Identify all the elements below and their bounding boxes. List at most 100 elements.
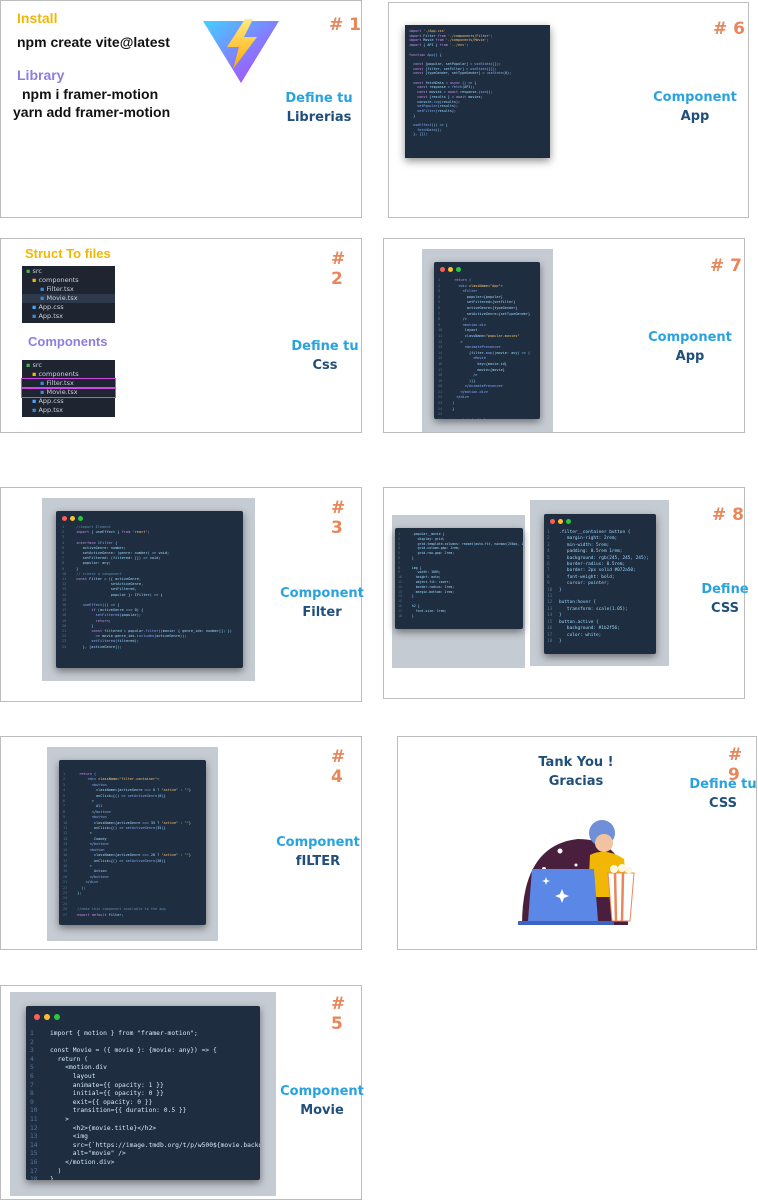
label-bottom: CSS — [709, 796, 737, 811]
code-screenshot-app-return: 1 return ( 2 <div className="App"> 3 <Fi… — [434, 262, 540, 419]
thanks-spanish: Gracias — [548, 774, 604, 789]
line-number: 3 — [30, 1047, 34, 1055]
label-bottom: fILTER — [295, 854, 341, 869]
code-screenshot-frame: 1 //import Element 2 import { useEffect … — [42, 498, 255, 681]
tree-folder-src[interactable]: src — [32, 361, 42, 369]
line-number: 4 — [30, 1055, 34, 1063]
code-line: 5 <motion.div — [30, 1064, 254, 1073]
line-number: 9 — [30, 1098, 34, 1106]
thanks-english: Tank You ! — [538, 755, 614, 770]
tree-folder-src[interactable]: src — [32, 267, 42, 275]
tree-folder-components[interactable]: components — [38, 370, 78, 378]
code-line: 16 </motion.div> — [30, 1159, 254, 1168]
line-text: border: 2px solid #072a50; — [559, 568, 636, 574]
tree-file-app-css[interactable]: App.css — [38, 397, 63, 405]
line-number: 11 — [30, 1115, 38, 1123]
label-bottom: Filter — [302, 605, 342, 620]
install-command: npm create vite@latest — [17, 34, 170, 50]
line-text: .filter__container button { — [559, 530, 631, 535]
window-controls — [34, 1014, 60, 1020]
tree-file-movie[interactable]: Movie.tsx — [46, 294, 77, 302]
file-tree-highlighted: ▪ src ▪ components ▪ Filter.tsx ▪ Movie.… — [21, 360, 116, 417]
tree-file-movie[interactable]: Movie.tsx — [46, 388, 77, 396]
slide-label: Define tu CSS — [684, 775, 758, 813]
line-number: 17 — [30, 1167, 38, 1175]
label-top: Component — [276, 835, 360, 850]
line-text: button.active { — [559, 619, 599, 625]
slide-label: Define tu Css — [285, 337, 365, 375]
window-controls — [62, 516, 83, 521]
line-number: 1 — [30, 1030, 34, 1037]
line-text: background: rgb(245, 245, 245); — [559, 555, 649, 561]
components-heading: Components — [28, 334, 108, 349]
label-top: Define tu — [689, 777, 757, 792]
line-text: } — [559, 587, 562, 593]
slide-1: # 1 Install npm create vite@latest Libra… — [0, 0, 362, 218]
label-top: Define tu — [291, 339, 359, 354]
tree-file-app-tsx[interactable]: App.tsx — [38, 406, 63, 414]
label-bottom: Css — [312, 358, 338, 373]
line-number: 16 — [30, 1158, 38, 1166]
line-text: margin-right: 2rem; — [559, 536, 618, 542]
code-line: 1 import { motion } from "framer-motion"; — [30, 1030, 254, 1039]
thank-you-text: Tank You ! Gracias — [526, 753, 626, 791]
code-lines: 1 import { motion } from "framer-motion";… — [30, 1030, 260, 1180]
tree-file-filter[interactable]: Filter.tsx — [46, 285, 73, 293]
line-text: return ( — [50, 1055, 88, 1063]
line-text: border-radius: 0.5rem; — [559, 562, 626, 568]
slide-label: Define CSS — [680, 580, 758, 618]
line-number: 6 — [30, 1072, 34, 1080]
person-with-laptop-illustration-icon — [518, 820, 635, 925]
slide-label: Component App — [646, 88, 744, 126]
line-number: 18 — [547, 638, 553, 644]
line-text: color: white; — [559, 632, 602, 638]
slide-label: Component Filter — [277, 584, 367, 622]
slide-label: Component Movie — [277, 1082, 367, 1120]
line-text: const Movie = ({ movie }: {movie: any}) … — [50, 1047, 217, 1055]
code-line: 11 > — [30, 1116, 254, 1125]
code-line: 14 src={`https://image.tmdb.org/t/p/w500… — [30, 1142, 260, 1151]
tree-file-app-tsx[interactable]: App.tsx — [38, 312, 63, 320]
code-line: 6 layout — [30, 1073, 254, 1082]
slide-4: # 4 1 return ( 2 <div className="filter-… — [0, 736, 362, 950]
window-controls — [440, 267, 461, 272]
line-text: <img — [50, 1133, 88, 1141]
code-screenshot-css-left: 1 .popular__movie { 2 display: grid; 3 g… — [395, 528, 523, 629]
slide-number: # 2 — [331, 249, 346, 289]
code-screenshot-filter: 1 //import Element 2 import { useEffect … — [56, 511, 243, 668]
slide-label: Define tu Librerias — [277, 89, 361, 127]
line-text: > — [50, 1115, 69, 1123]
line-number: 15 — [30, 1150, 38, 1158]
code-screenshot-movie: 1 import { motion } from "framer-motion";… — [26, 1006, 260, 1180]
line-text: transition={{ duration: 0.5 }} — [50, 1107, 187, 1115]
tree-file-filter[interactable]: Filter.tsx — [46, 379, 73, 387]
line-text: ) — [50, 1167, 62, 1175]
slide-9: # 9 Tank You ! Gracias Define tu CSS — [397, 736, 757, 950]
code-line: 7 animate={{ opacity: 1 }} — [30, 1082, 254, 1091]
code-lines: 1 .popular__movie { 2 display: grid; 3 g… — [398, 532, 523, 618]
label-bottom: Librerias — [286, 110, 352, 125]
code-line: 18} — [30, 1176, 254, 1180]
label-bottom: App — [675, 349, 705, 364]
line-text: padding: 0.5rem 1rem; — [559, 549, 623, 555]
tree-file-app-css[interactable]: App.css — [38, 303, 63, 311]
slide-3: # 3 1 //import Element 2 import { useEff… — [0, 487, 364, 702]
line-text: layout — [50, 1072, 96, 1080]
slide-number: # 8 — [712, 505, 744, 525]
slide-number: # 7 — [710, 256, 742, 276]
tree-folder-components[interactable]: components — [38, 276, 78, 284]
code-lines: 1 //import Element 2 import { useEffect … — [62, 525, 232, 649]
slide-number: # 6 — [713, 19, 745, 39]
library-command-yarn: yarn add framer-motion — [13, 104, 171, 120]
line-text: alt="movie" /> — [50, 1150, 126, 1158]
code-screenshot-frame: 1 return ( 2 <div className="filter-cont… — [47, 747, 218, 941]
line-text: import { motion } from "framer-motion"; — [50, 1030, 198, 1037]
label-top: Component — [653, 90, 737, 105]
code-line: 15 alt="movie" /> — [30, 1150, 254, 1159]
line-text: } — [559, 613, 562, 619]
code-screenshot-frame-left: 1 .popular__movie { 2 display: grid; 3 g… — [392, 515, 525, 668]
code-lines: 1 return ( 2 <div className="App"> 3 <Fi… — [438, 278, 531, 419]
library-heading: Library — [17, 67, 65, 83]
line-text: background: #1b2f56; — [559, 626, 620, 632]
slide-7: # 7 1 return ( 2 <div className="App"> 3… — [383, 238, 745, 433]
